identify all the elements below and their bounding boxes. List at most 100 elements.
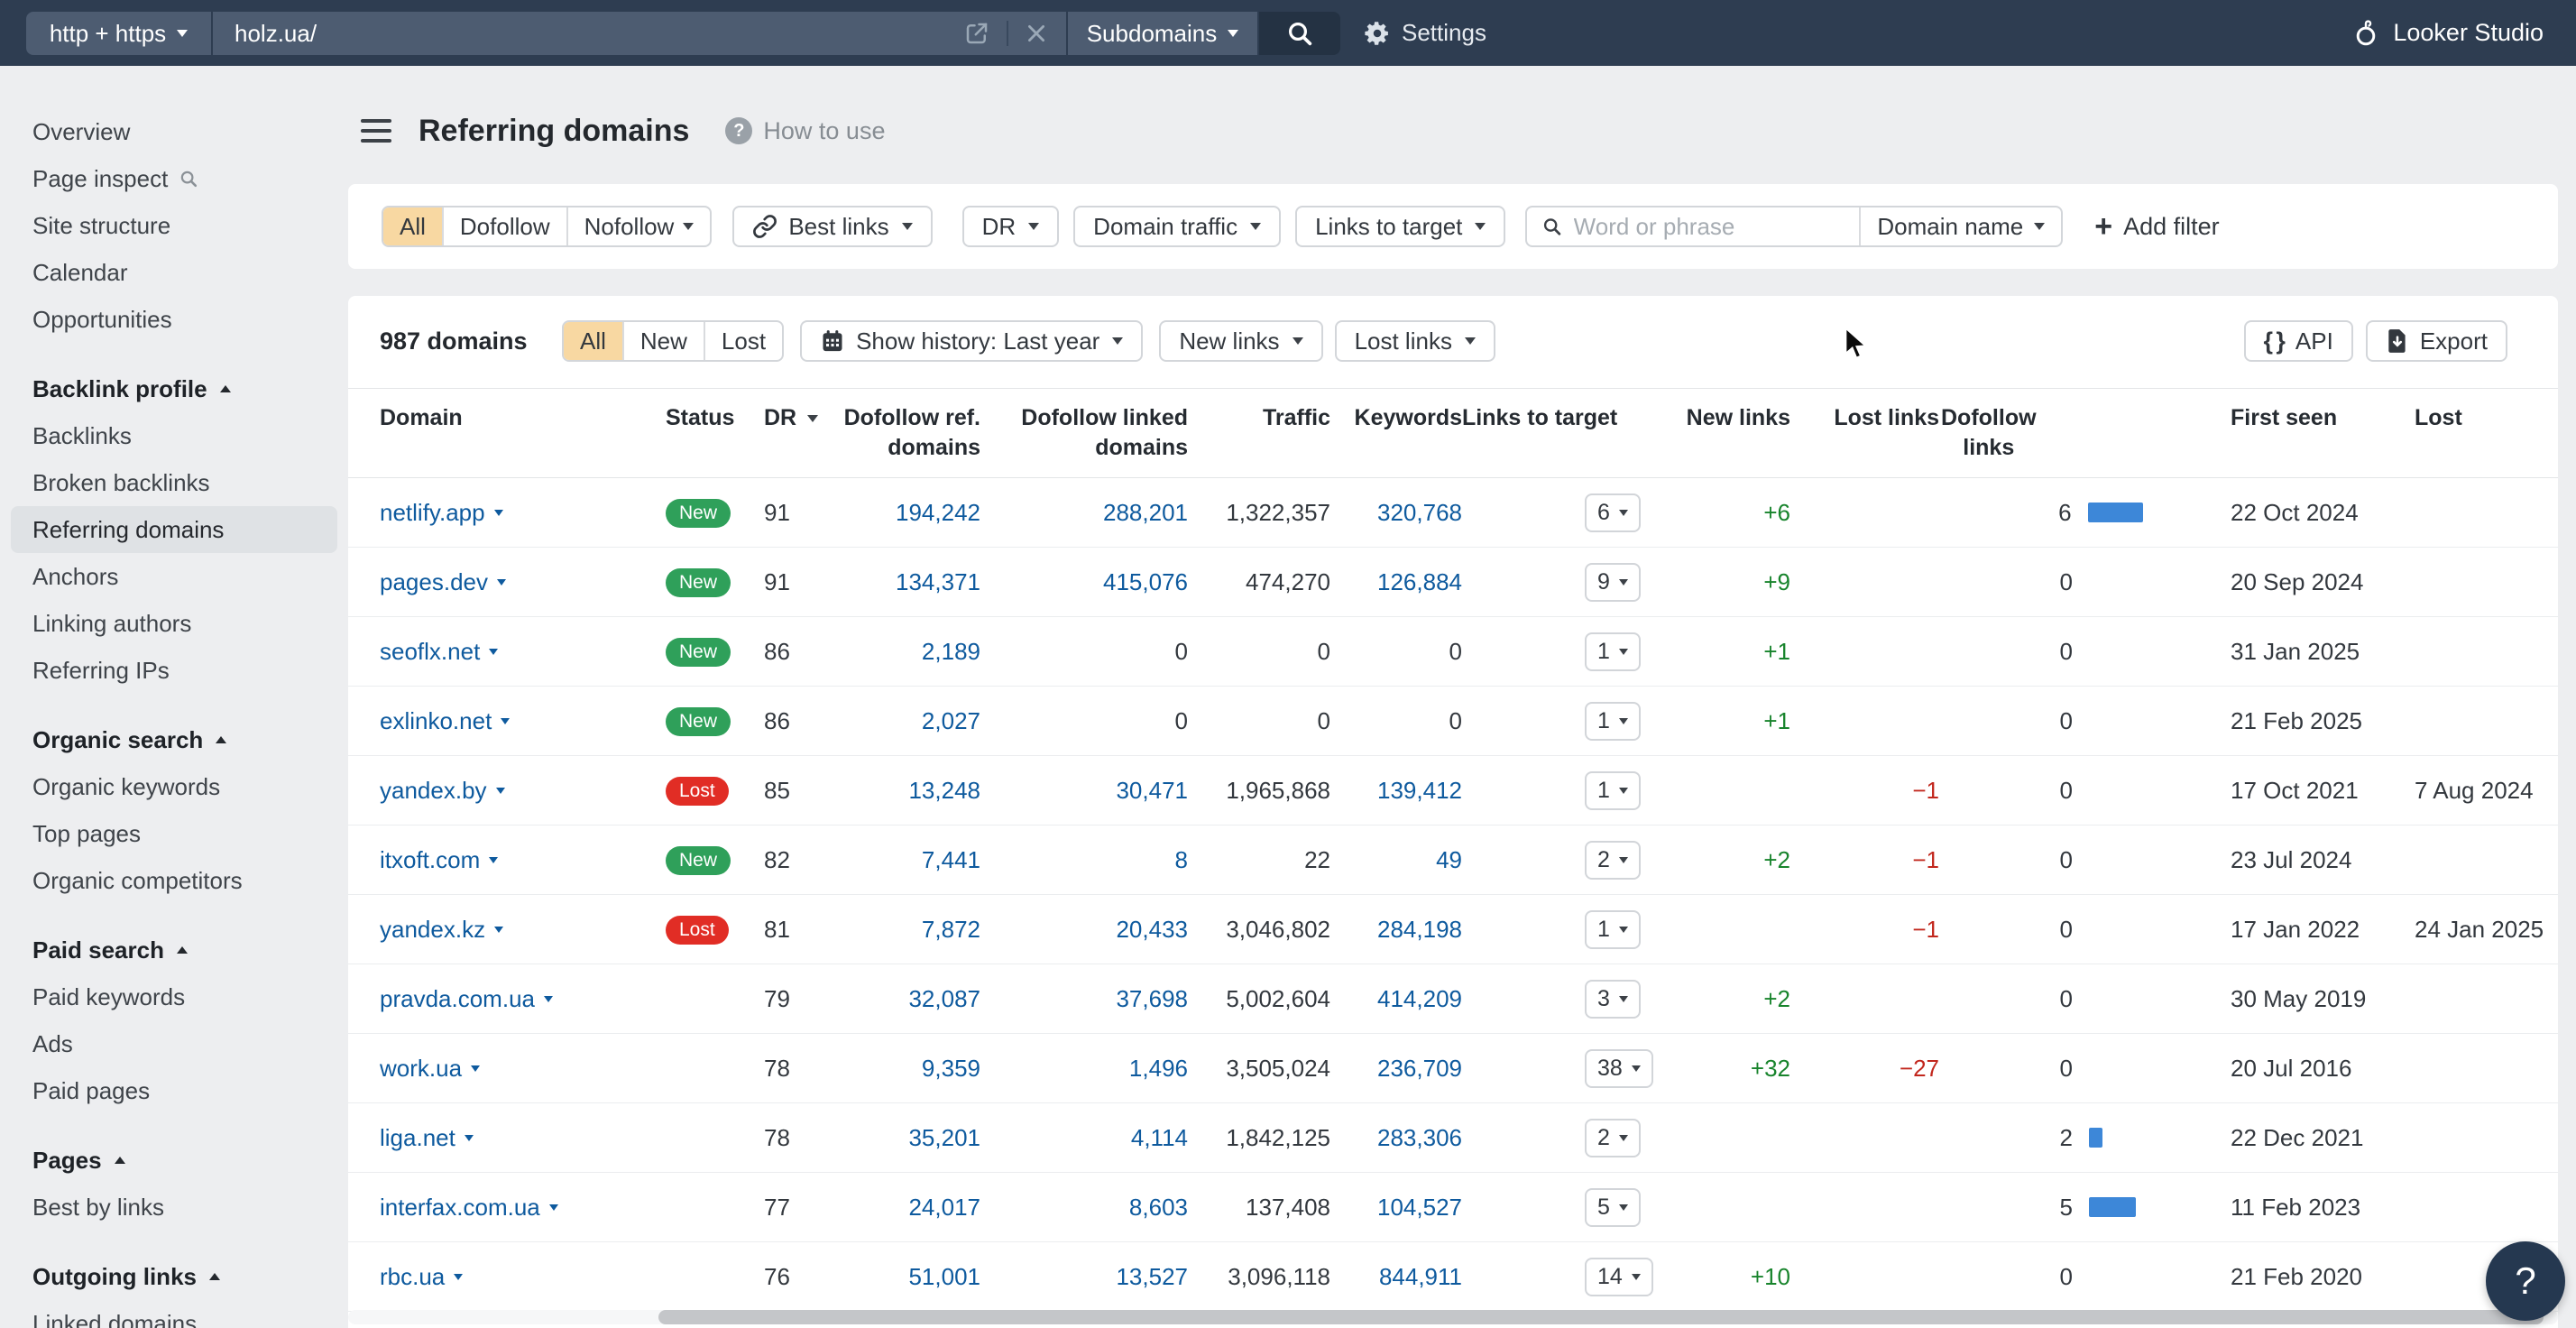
- links-to-target-dropdown[interactable]: 1: [1585, 632, 1641, 671]
- dofollow-linked-domains-value[interactable]: 415,076: [980, 568, 1188, 596]
- new-links-value[interactable]: +10: [1683, 1263, 1804, 1291]
- lost-links-value[interactable]: −1: [1804, 916, 1941, 944]
- column-header-new-links[interactable]: New links: [1683, 403, 1804, 433]
- lost-links-dropdown[interactable]: Lost links: [1335, 320, 1495, 362]
- dofollow-linked-domains-value[interactable]: 8: [980, 846, 1188, 874]
- column-header-keywords[interactable]: Keywords: [1330, 403, 1462, 433]
- target-url-input[interactable]: holz.ua/: [211, 12, 1066, 55]
- links-to-target-dropdown[interactable]: 2: [1585, 1119, 1641, 1157]
- dofollow-ref-domains-value[interactable]: 32,087: [840, 985, 980, 1013]
- sidebar-item-top-pages[interactable]: Top pages: [11, 810, 337, 857]
- search-scope-dropdown[interactable]: Domain name: [1859, 208, 2061, 245]
- domain-link[interactable]: rbc.ua: [380, 1263, 445, 1291]
- domain-link[interactable]: interfax.com.ua: [380, 1194, 540, 1222]
- domain-link[interactable]: pravda.com.ua: [380, 985, 535, 1013]
- domain-link[interactable]: seoflx.net: [380, 638, 480, 666]
- column-header-lost[interactable]: Lost: [2396, 403, 2558, 433]
- sidebar-item-referring-domains[interactable]: Referring domains: [11, 506, 337, 553]
- sidebar-item-linked-domains[interactable]: Linked domains: [11, 1300, 337, 1328]
- domain-caret-icon[interactable]: [497, 579, 506, 586]
- sidebar-item-paid-keywords[interactable]: Paid keywords: [11, 973, 337, 1020]
- domain-caret-icon[interactable]: [494, 510, 503, 516]
- links-to-target-dropdown[interactable]: 1: [1585, 910, 1641, 949]
- scrollbar-thumb[interactable]: [658, 1310, 2544, 1324]
- dofollow-linked-domains-value[interactable]: 4,114: [980, 1124, 1188, 1152]
- sidebar-item-calendar[interactable]: Calendar: [11, 249, 337, 296]
- keywords-value[interactable]: 139,412: [1330, 777, 1462, 805]
- sidebar-item-broken-backlinks[interactable]: Broken backlinks: [11, 459, 337, 506]
- column-header-lost-links[interactable]: Lost links: [1804, 403, 1941, 433]
- links-to-target-dropdown[interactable]: 3: [1585, 980, 1641, 1019]
- new-links-value[interactable]: +2: [1683, 846, 1804, 874]
- lost-links-value[interactable]: −27: [1804, 1055, 1941, 1083]
- how-to-use-link[interactable]: ? How to use: [725, 117, 885, 145]
- sidebar-group-header[interactable]: Pages: [11, 1137, 337, 1184]
- dr-filter[interactable]: DR: [962, 206, 1060, 247]
- domain-link[interactable]: work.ua: [380, 1055, 462, 1083]
- keywords-value[interactable]: 104,527: [1330, 1194, 1462, 1222]
- links-to-target-dropdown[interactable]: 2: [1585, 841, 1641, 880]
- column-header-traffic[interactable]: Traffic: [1188, 403, 1330, 433]
- show-history-dropdown[interactable]: Show history: Last year: [800, 320, 1143, 362]
- column-header-domain[interactable]: Domain: [348, 403, 650, 433]
- word-search-input[interactable]: [1574, 213, 1845, 241]
- sidebar-group-header[interactable]: Paid search: [11, 927, 337, 973]
- settings-button[interactable]: Settings: [1364, 0, 1486, 66]
- dofollow-ref-domains-value[interactable]: 35,201: [840, 1124, 980, 1152]
- dofollow-ref-domains-value[interactable]: 7,872: [840, 916, 980, 944]
- domain-caret-icon[interactable]: [544, 996, 553, 1002]
- looker-studio-link[interactable]: Looker Studio: [2351, 0, 2544, 66]
- keywords-value[interactable]: 844,911: [1330, 1263, 1462, 1291]
- seg-lost-button[interactable]: Lost: [704, 322, 782, 360]
- column-header-dofollow-linked[interactable]: Dofollow linked domains: [980, 403, 1188, 463]
- column-header-links-to-target[interactable]: Links to target: [1462, 403, 1683, 433]
- domain-caret-icon[interactable]: [494, 927, 503, 933]
- sidebar-item-opportunities[interactable]: Opportunities: [11, 296, 337, 343]
- sidebar-item-overview[interactable]: Overview: [11, 108, 337, 155]
- clear-url-icon[interactable]: [1025, 22, 1048, 45]
- links-to-target-dropdown[interactable]: 5: [1585, 1188, 1641, 1227]
- keywords-value[interactable]: 284,198: [1330, 916, 1462, 944]
- keywords-value[interactable]: 236,709: [1330, 1055, 1462, 1083]
- sidebar-item-paid-pages[interactable]: Paid pages: [11, 1067, 337, 1114]
- dofollow-ref-domains-value[interactable]: 2,189: [840, 638, 980, 666]
- dofollow-ref-domains-value[interactable]: 194,242: [840, 499, 980, 527]
- domain-caret-icon[interactable]: [501, 718, 510, 724]
- dofollow-linked-domains-value[interactable]: 30,471: [980, 777, 1188, 805]
- new-links-value[interactable]: +1: [1683, 638, 1804, 666]
- column-header-dofollow[interactable]: Dofollow links: [1941, 403, 2121, 463]
- mode-nofollow-button[interactable]: Nofollow: [566, 208, 711, 245]
- new-links-value[interactable]: +2: [1683, 985, 1804, 1013]
- mode-dofollow-button[interactable]: Dofollow: [442, 208, 566, 245]
- add-filter-button[interactable]: + Add filter: [2094, 211, 2219, 242]
- lost-links-value[interactable]: −1: [1804, 777, 1941, 805]
- domain-link[interactable]: pages.dev: [380, 568, 488, 596]
- links-to-target-dropdown[interactable]: 14: [1585, 1258, 1653, 1296]
- domain-link[interactable]: liga.net: [380, 1124, 455, 1152]
- domain-link[interactable]: itxoft.com: [380, 846, 480, 874]
- new-links-value[interactable]: +9: [1683, 568, 1804, 596]
- sidebar-item-anchors[interactable]: Anchors: [11, 553, 337, 600]
- domain-link[interactable]: exlinko.net: [380, 707, 492, 735]
- sidebar-item-organic-keywords[interactable]: Organic keywords: [11, 763, 337, 810]
- sidebar-item-site-structure[interactable]: Site structure: [11, 202, 337, 249]
- sidebar-item-referring-ips[interactable]: Referring IPs: [11, 647, 337, 694]
- new-links-value[interactable]: +32: [1683, 1055, 1804, 1083]
- sidebar-group-header[interactable]: Organic search: [11, 716, 337, 763]
- dofollow-ref-domains-value[interactable]: 134,371: [840, 568, 980, 596]
- dofollow-ref-domains-value[interactable]: 2,027: [840, 707, 980, 735]
- sidebar-group-header[interactable]: Outgoing links: [11, 1253, 337, 1300]
- domain-caret-icon[interactable]: [465, 1135, 474, 1141]
- seg-new-button[interactable]: New: [622, 322, 704, 360]
- protocol-dropdown[interactable]: http + https: [26, 12, 211, 55]
- api-button[interactable]: { } API: [2244, 320, 2353, 362]
- domain-caret-icon[interactable]: [496, 788, 505, 794]
- links-to-target-dropdown[interactable]: 6: [1585, 493, 1641, 532]
- scope-dropdown[interactable]: Subdomains: [1066, 12, 1257, 55]
- keywords-value[interactable]: 49: [1330, 846, 1462, 874]
- menu-toggle-icon[interactable]: [361, 119, 391, 143]
- word-search-field[interactable]: [1527, 208, 1859, 245]
- mode-all-button[interactable]: All: [383, 208, 442, 245]
- sidebar-group-header[interactable]: Backlink profile: [11, 365, 337, 412]
- links-to-target-filter[interactable]: Links to target: [1295, 206, 1505, 247]
